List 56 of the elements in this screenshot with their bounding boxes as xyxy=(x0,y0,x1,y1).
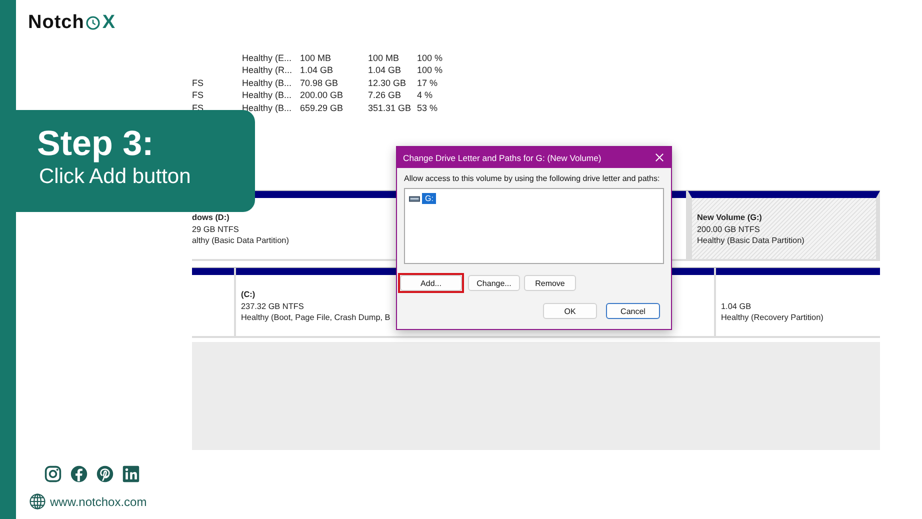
free-space-cell: 7.26 GB xyxy=(368,90,402,100)
partition-size: 237.32 GB NTFS xyxy=(241,300,304,312)
action-button[interactable]: Change... xyxy=(468,275,520,291)
website-link[interactable]: www.notchox.com xyxy=(50,494,147,508)
path-item[interactable]: G: xyxy=(422,193,436,204)
close-icon[interactable] xyxy=(655,153,664,162)
linkedin-icon[interactable] xyxy=(122,465,140,483)
file-system-cell: FS xyxy=(192,78,204,88)
step-title: Step 3: xyxy=(37,124,154,164)
capacity-cell: 100 MB xyxy=(300,53,332,63)
partition-status: althy (Basic Data Partition) xyxy=(192,235,289,246)
free-space-cell: 100 MB xyxy=(368,53,400,63)
action-button[interactable]: Remove xyxy=(524,275,576,291)
dialog-button[interactable]: Cancel xyxy=(606,303,660,319)
partition-status: Healthy (Boot, Page File, Crash Dump, B xyxy=(241,312,390,324)
free-space-cell: 12.30 GB xyxy=(368,78,406,88)
capacity-cell: 200.00 GB xyxy=(300,90,344,100)
percent-free-cell: 17 % xyxy=(417,78,438,88)
percent-free-cell: 53 % xyxy=(417,102,438,113)
facebook-icon[interactable] xyxy=(70,465,88,483)
partition-name: (C:) xyxy=(241,289,256,300)
partition-name: dows (D:) xyxy=(192,212,230,224)
partition-status: Healthy (Basic Data Partition) xyxy=(697,235,804,246)
clock-icon xyxy=(85,15,102,31)
partition-size: 29 GB NTFS xyxy=(192,224,239,235)
partition-block[interactable]: New Volume (G:) 200.00 GB NTFS Healthy (Basic Data Partition) xyxy=(688,191,880,259)
capacity-cell: 1.04 GB xyxy=(300,65,334,76)
drive-icon xyxy=(409,196,420,202)
instagram-icon[interactable] xyxy=(44,465,62,483)
capacity-cell: 70.98 GB xyxy=(300,78,338,88)
status-cell: Healthy (R... xyxy=(242,65,292,76)
free-space-cell: 1.04 GB xyxy=(368,65,402,76)
capacity-cell: 659.29 GB xyxy=(300,102,344,113)
partition-block[interactable]: 1.04 GB Healthy (Recovery Partition) xyxy=(716,268,880,336)
file-system-cell: FS xyxy=(192,90,204,100)
partition-status: Healthy (Recovery Partition) xyxy=(721,312,824,324)
dialog-title: Change Drive Letter and Paths for G: (New Volume) xyxy=(403,152,602,162)
partition-name: New Volume (G:) xyxy=(697,212,762,224)
pinterest-icon[interactable] xyxy=(96,465,114,483)
status-cell: Healthy (B... xyxy=(242,78,292,88)
partition-size: 200.00 GB NTFS xyxy=(697,224,760,235)
percent-free-cell: 100 % xyxy=(417,65,443,76)
free-space-cell: 351.31 GB xyxy=(368,102,412,113)
partition-size: 1.04 GB xyxy=(721,300,752,312)
action-button[interactable]: Add... xyxy=(400,275,462,291)
globe-icon xyxy=(29,493,46,510)
percent-free-cell: 100 % xyxy=(417,53,443,63)
status-cell: Healthy (E... xyxy=(242,53,292,63)
dialog-button[interactable]: OK xyxy=(543,303,597,319)
percent-free-cell: 4 % xyxy=(417,90,433,100)
prompt-text: Allow access to this volume by using the following drive letter and paths: xyxy=(404,174,660,183)
step-instruction: Click Add button xyxy=(38,164,191,190)
brand-logo: Notch X xyxy=(28,12,116,34)
partition-block[interactable] xyxy=(192,268,234,336)
status-cell: Healthy (B... xyxy=(242,102,292,113)
status-cell: Healthy (B... xyxy=(242,90,292,100)
